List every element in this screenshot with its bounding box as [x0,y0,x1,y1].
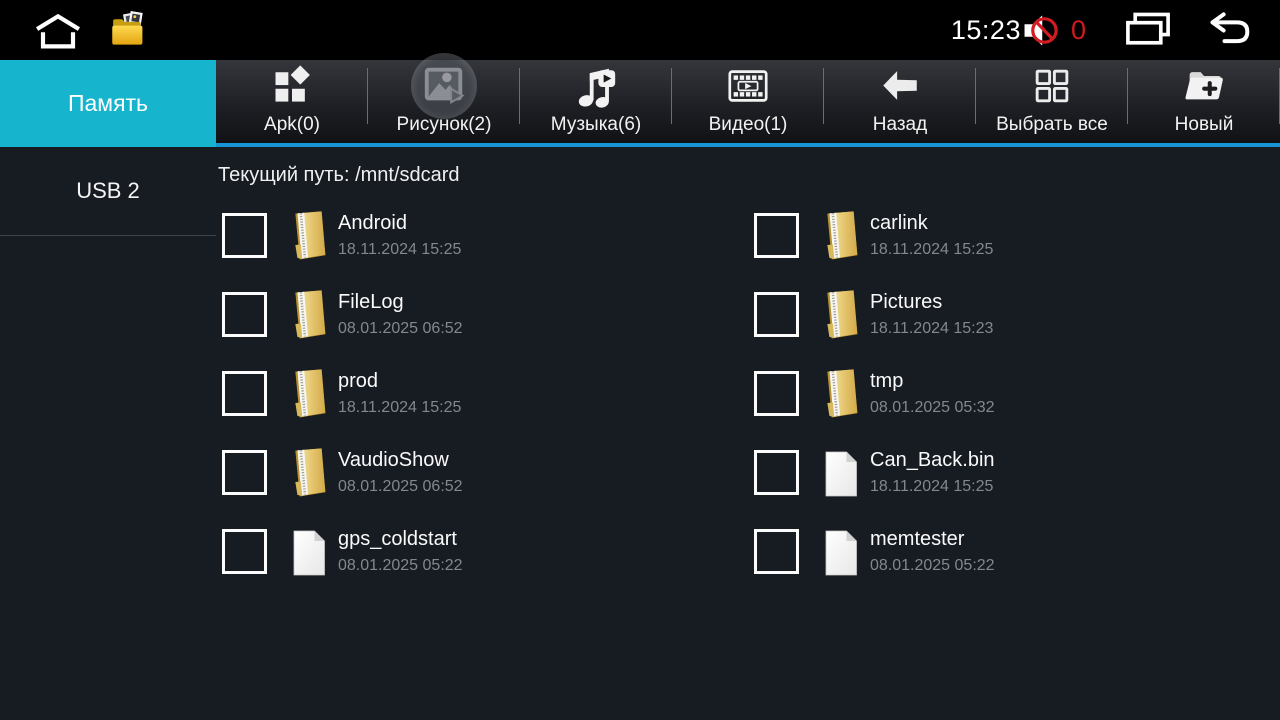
volume-muted-icon[interactable] [1021,11,1067,50]
file-checkbox[interactable] [754,529,799,574]
select-all-icon [1026,60,1078,112]
clock: 15:23 [951,15,1021,46]
file-row-android[interactable]: Android 18.11.2024 15:25 [216,211,748,290]
file-row-memtester[interactable]: memtester 08.01.2025 05:22 [748,527,1280,606]
file-row-can-back-bin[interactable]: Can_Back.bin 18.11.2024 15:25 [748,448,1280,527]
file-name: gps_coldstart [338,527,463,552]
file-name: tmp [870,369,995,394]
volume-level-badge: 0 [1071,15,1086,46]
current-path-label: Текущий путь: /mnt/sdcard [216,147,1280,187]
file-name: Android [338,211,461,236]
file-name: VaudioShow [338,448,463,473]
toolbar-item-label: Назад [873,114,927,136]
return-arrow-icon [1204,9,1254,51]
file-name: memtester [870,527,995,552]
file-row-gps-coldstart[interactable]: gps_coldstart 08.01.2025 05:22 [216,527,748,606]
file-grid: Android 18.11.2024 15:25 carlink 18.11.2… [216,211,1280,606]
toolbar-item-apk[interactable]: Apk(0) [216,60,368,143]
file-date: 08.01.2025 06:52 [338,476,463,497]
file-manager-screen: 15:23 0 Память Apk(0) Рису [0,0,1280,720]
home-icon [32,10,84,50]
toolbar-item-label: Видео(1) [709,114,788,136]
file-manager-app-button[interactable] [110,10,146,50]
file-row-carlink[interactable]: carlink 18.11.2024 15:25 [748,211,1280,290]
storage-sidebar: USB 2 [0,147,216,720]
toolbar: Память Apk(0) Рисунок(2) Музыка(6) [0,60,1280,147]
film-strip-icon [722,60,774,112]
new-folder-icon [1178,60,1230,112]
folder-icon [289,208,328,263]
back-nav-button[interactable] [1204,9,1254,51]
toolbar-item-video[interactable]: Видео(1) [672,60,824,143]
file-date: 18.11.2024 15:25 [870,476,995,497]
file-name: Pictures [870,290,993,315]
toolbar-item-label: Apk(0) [264,114,320,136]
folder-icon [289,366,328,421]
folder-icon [821,366,860,421]
file-checkbox[interactable] [222,213,267,258]
recent-apps-icon [1122,9,1174,51]
file-date: 18.11.2024 15:25 [870,239,993,260]
file-name: prod [338,369,461,394]
file-date: 08.01.2025 06:52 [338,318,463,339]
file-list-panel: Текущий путь: /mnt/sdcard Android 18.11.… [216,147,1280,720]
file-checkbox[interactable] [754,450,799,495]
toolbar-item-music[interactable]: Музыка(6) [520,60,672,143]
file-date: 08.01.2025 05:22 [870,555,995,576]
file-icon [821,449,861,499]
folder-icon [289,287,328,342]
file-checkbox[interactable] [754,292,799,337]
folder-icon [289,445,328,500]
tab-memory[interactable]: Память [0,60,216,147]
toolbar-item-new[interactable]: Новый [1128,60,1280,143]
file-row-prod[interactable]: prod 18.11.2024 15:25 [216,369,748,448]
folder-icon [821,287,860,342]
toolbar-item-back[interactable]: Назад [824,60,976,143]
file-checkbox[interactable] [222,292,267,337]
file-date: 18.11.2024 15:25 [338,239,461,260]
sidebar-divider [0,235,216,236]
file-date: 18.11.2024 15:25 [338,397,461,418]
music-note-icon [570,60,622,112]
file-checkbox[interactable] [222,450,267,495]
file-checkbox[interactable] [222,529,267,574]
file-checkbox[interactable] [754,213,799,258]
apk-grid-icon [266,60,318,112]
file-name: Can_Back.bin [870,448,995,473]
file-row-tmp[interactable]: tmp 08.01.2025 05:32 [748,369,1280,448]
recent-apps-button[interactable] [1122,9,1174,51]
folder-icon [821,208,860,263]
file-checkbox[interactable] [754,371,799,416]
picture-icon [418,60,470,112]
file-date: 18.11.2024 15:23 [870,318,993,339]
status-bar: 15:23 0 [0,0,1280,60]
toolbar-item-label: Музыка(6) [551,114,641,136]
home-button[interactable] [32,10,84,50]
file-row-filelog[interactable]: FileLog 08.01.2025 06:52 [216,290,748,369]
toolbar-item-pictures[interactable]: Рисунок(2) [368,60,520,143]
back-arrow-icon [874,60,926,112]
file-row-pictures[interactable]: Pictures 18.11.2024 15:23 [748,290,1280,369]
file-icon [821,528,861,578]
file-manager-app-icon [110,10,146,50]
file-row-vaudioshow[interactable]: VaudioShow 08.01.2025 06:52 [216,448,748,527]
file-name: FileLog [338,290,463,315]
file-name: carlink [870,211,993,236]
file-icon [289,528,329,578]
file-checkbox[interactable] [222,371,267,416]
toolbar-item-label: Новый [1175,114,1234,136]
sidebar-item-usb2[interactable]: USB 2 [0,147,216,235]
toolbar-item-label: Выбрать все [996,114,1108,136]
toolbar-item-select-all[interactable]: Выбрать все [976,60,1128,143]
file-date: 08.01.2025 05:32 [870,397,995,418]
file-date: 08.01.2025 05:22 [338,555,463,576]
